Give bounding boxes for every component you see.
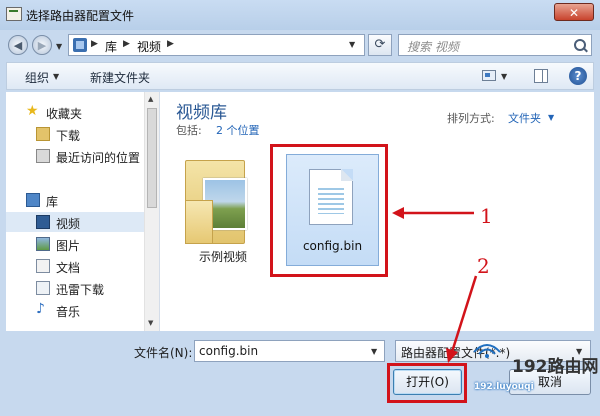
chevron-down-icon[interactable]: ▼ — [371, 347, 377, 356]
nav-libraries[interactable]: 库 — [6, 190, 144, 210]
library-locations-link[interactable]: 2 个位置 — [216, 122, 260, 138]
annotation-highlight-open — [387, 363, 467, 403]
nav-item-videos[interactable]: 视频 — [6, 212, 144, 232]
breadcrumb-separator-icon[interactable]: ▶ — [123, 39, 130, 49]
nav-item-recent-places[interactable]: 最近访问的位置 — [6, 146, 144, 166]
nav-favorites[interactable]: ★ 收藏夹 — [6, 102, 144, 122]
view-options-dropdown-icon[interactable]: ▼ — [501, 72, 507, 81]
app-icon — [6, 7, 22, 21]
videos-library-icon — [36, 215, 50, 229]
annotation-highlight-file — [270, 144, 388, 277]
address-row: ◀ ▶ ▼ ▶ 库 ▶ 视频 ▶ ▼ ⟳ 搜索 视频 — [0, 30, 600, 60]
scroll-down-icon[interactable]: ▼ — [148, 319, 153, 327]
search-input[interactable]: 搜索 视频 — [398, 34, 592, 56]
organize-menu[interactable]: 组织 — [25, 69, 49, 86]
address-dropdown-icon[interactable]: ▼ — [349, 40, 355, 49]
new-folder-button[interactable]: 新建文件夹 — [90, 69, 150, 86]
file-open-dialog: 选择路由器配置文件 ✕ ◀ ▶ ▼ ▶ 库 ▶ 视频 ▶ ▼ ⟳ 搜索 视频 组… — [0, 0, 600, 416]
search-placeholder: 搜索 视频 — [407, 40, 459, 54]
nav-item-music[interactable]: ♪ 音乐 — [6, 300, 144, 320]
router-logo-icon — [473, 344, 501, 358]
library-icon — [73, 38, 87, 52]
arrange-by-dropdown[interactable]: 文件夹 — [508, 110, 541, 126]
address-bar[interactable]: ▶ 库 ▶ 视频 ▶ ▼ — [68, 34, 365, 56]
nav-item-pictures[interactable]: 图片 — [6, 234, 144, 254]
nav-scrollbar[interactable]: ▲ ▼ — [144, 92, 159, 331]
filename-input[interactable]: config.bin ▼ — [194, 340, 385, 362]
downloads-library-icon — [36, 281, 50, 295]
recent-pages-dropdown-icon[interactable]: ▼ — [56, 42, 62, 51]
library-title: 视频库 — [176, 103, 227, 123]
close-button[interactable]: ✕ — [554, 3, 594, 21]
annotation-number-2: 2 — [477, 254, 490, 278]
change-view-icon[interactable] — [482, 70, 496, 81]
refresh-button[interactable]: ⟳ — [368, 34, 392, 56]
nav-item-documents[interactable]: 文档 — [6, 256, 144, 276]
video-folder-icon — [185, 156, 249, 244]
filename-label: 文件名(N): — [134, 346, 193, 360]
library-includes-label: 包括: — [176, 124, 202, 137]
forward-button[interactable]: ▶ — [32, 35, 52, 55]
star-icon: ★ — [26, 103, 39, 119]
pictures-library-icon — [36, 237, 50, 251]
navigation-pane: ★ 收藏夹 下载 最近访问的位置 库 视频 图片 文档 迅雷下载 ♪ 音乐 ▲ … — [6, 92, 160, 331]
folder-name: 示例视频 — [198, 250, 247, 264]
scroll-up-icon[interactable]: ▲ — [148, 95, 153, 103]
nav-item-downloads[interactable]: 下载 — [6, 124, 144, 144]
recent-places-icon — [36, 149, 50, 163]
downloads-folder-icon — [36, 127, 50, 141]
music-note-icon: ♪ — [36, 301, 45, 317]
documents-library-icon — [36, 259, 50, 273]
folder-item[interactable]: 示例视频 — [178, 148, 268, 268]
libraries-icon — [26, 193, 40, 207]
breadcrumb-libraries[interactable]: 库 — [105, 38, 117, 55]
breadcrumb-videos[interactable]: 视频 — [137, 38, 161, 55]
command-bar: 组织 ▼ 新建文件夹 ▼ ? — [6, 62, 594, 90]
back-button[interactable]: ◀ — [8, 35, 28, 55]
breadcrumb-separator-icon[interactable]: ▶ — [167, 39, 174, 49]
preview-pane-icon[interactable] — [534, 69, 548, 83]
chevron-down-icon[interactable]: ▼ — [548, 113, 554, 122]
arrange-by-label: 排列方式: — [447, 112, 495, 125]
title-bar[interactable]: 选择路由器配置文件 ✕ — [0, 0, 600, 30]
breadcrumb-separator-icon[interactable]: ▶ — [91, 39, 98, 49]
annotation-number-1: 1 — [480, 204, 493, 228]
watermark-url: 192.luyouqi — [474, 382, 534, 392]
chevron-down-icon[interactable]: ▼ — [53, 72, 59, 81]
watermark-brand: 192路由网 — [512, 357, 599, 377]
help-icon[interactable]: ? — [569, 67, 587, 85]
filename-value: config.bin — [199, 344, 259, 358]
nav-item-xunlei-downloads[interactable]: 迅雷下载 — [6, 278, 144, 298]
window-title: 选择路由器配置文件 — [26, 9, 135, 23]
scrollbar-thumb[interactable] — [147, 108, 157, 208]
search-icon[interactable] — [574, 39, 586, 51]
